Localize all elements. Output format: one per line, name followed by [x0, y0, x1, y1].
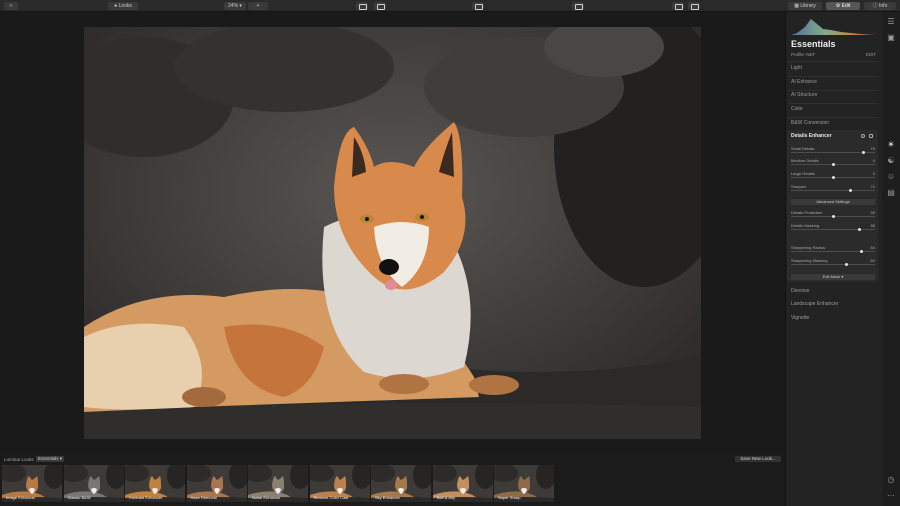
- look-thumbnail[interactable]: Sky Enhancer: [371, 465, 431, 502]
- details-enhancer-title[interactable]: Details Enhancer: [791, 133, 832, 139]
- back-button[interactable]: ‹›: [4, 2, 18, 10]
- face-icon[interactable]: ☺: [886, 172, 896, 182]
- reset-icon[interactable]: [861, 134, 865, 138]
- tab-library[interactable]: ▦ Library: [788, 2, 822, 10]
- slider-label: Sharpening Masking: [791, 258, 828, 263]
- layers-icon[interactable]: ☰: [886, 17, 896, 27]
- slider-handle[interactable]: [844, 263, 848, 266]
- section-light[interactable]: Light: [791, 65, 802, 71]
- histogram: [791, 19, 875, 35]
- tab-luminar-looks[interactable]: Luminar Looks: [4, 456, 34, 463]
- compare-icon[interactable]: [374, 2, 386, 10]
- crop-icon[interactable]: [472, 2, 484, 10]
- section-b-w-conversion[interactable]: B&W Conversion: [791, 120, 829, 126]
- section-ai-structure[interactable]: AI Structure: [791, 92, 817, 98]
- slider-handle[interactable]: [831, 176, 835, 179]
- single-view-icon[interactable]: [672, 2, 684, 10]
- section-vignette[interactable]: Vignette: [791, 315, 809, 321]
- chevron-down-icon: ▾: [238, 3, 242, 9]
- look-thumbnail[interactable]: Super Sharp: [494, 465, 554, 502]
- looks-button[interactable]: ● Looks: [108, 2, 138, 10]
- look-thumbnail-label: Image Enhancer: [6, 495, 36, 500]
- slider-label: Details Masking: [791, 223, 820, 228]
- slider-handle[interactable]: [861, 151, 865, 154]
- slider-label: Sharpen: [791, 184, 807, 189]
- look-thumbnail-label: Soft & Airy: [436, 495, 456, 500]
- zoom-dropdown[interactable]: 24% ▾: [224, 2, 246, 10]
- slider-value[interactable]: 0: [860, 158, 875, 163]
- slider-track[interactable]: [791, 190, 875, 191]
- split-view-icon[interactable]: [688, 2, 700, 10]
- top-toolbar: ‹› ● Looks 24% ▾ + ▦ Library ⚙ Edit ⓘ In…: [0, 0, 900, 12]
- section-color[interactable]: Color: [791, 106, 803, 112]
- save-new-look-button[interactable]: Save New Look...: [735, 456, 781, 462]
- advanced-settings-button[interactable]: Advanced Settings: [791, 199, 875, 205]
- look-thumbnail-label: Noise Enhancer: [252, 495, 281, 500]
- look-thumbnail[interactable]: Contrast Enhancer: [125, 465, 185, 502]
- look-thumbnail[interactable]: Soft & Airy: [432, 465, 493, 502]
- fox-photo: [84, 27, 701, 439]
- slider-value[interactable]: 60: [860, 258, 875, 263]
- tool-icon-bar: [882, 12, 900, 506]
- look-thumbnail-label: Classic B&W: [67, 495, 91, 500]
- slider-handle[interactable]: [831, 215, 835, 218]
- look-thumbnail[interactable]: Image Enhancer: [2, 465, 62, 502]
- look-thumbnail-label: Contrast Enhancer: [129, 495, 163, 500]
- clock-icon[interactable]: ◷: [886, 475, 896, 485]
- look-thumbnail-label: Super Sharp: [498, 495, 521, 500]
- slider-value[interactable]: 85: [860, 223, 875, 228]
- edited-photo[interactable]: [84, 27, 701, 439]
- look-thumbnail[interactable]: Classic B&W: [63, 465, 124, 502]
- eye-icon[interactable]: [356, 2, 368, 10]
- section-denoise[interactable]: Denoise: [791, 288, 809, 294]
- zoom-in-button[interactable]: +: [248, 2, 268, 10]
- sun-icon[interactable]: ☀: [886, 140, 896, 150]
- slider-track[interactable]: [791, 229, 875, 230]
- slider-handle[interactable]: [831, 163, 835, 166]
- slider-label: Details Protection: [791, 210, 823, 215]
- section-ai-enhance[interactable]: AI Enhance: [791, 79, 817, 85]
- ellipsis-icon[interactable]: ⋯: [886, 491, 896, 501]
- look-thumbnail[interactable]: Noise Enhancer: [248, 465, 308, 502]
- slider-label: Medium Details: [791, 158, 819, 163]
- edit-mask-button[interactable]: Edit Mask ▾: [791, 274, 875, 280]
- palette-icon[interactable]: ☯: [886, 156, 896, 166]
- canvas-icon[interactable]: ▣: [886, 33, 896, 43]
- look-thumbnail-label: Sky Enhancer: [375, 495, 400, 500]
- profile-row: Profile: NEF EDIT: [791, 52, 876, 57]
- share-icon[interactable]: [572, 2, 584, 10]
- slider-label: Large Details: [791, 171, 815, 176]
- slider-label: Small Details: [791, 146, 815, 151]
- tab-edit[interactable]: ⚙ Edit: [826, 2, 860, 10]
- pro-icon[interactable]: ▤: [886, 188, 896, 198]
- look-thumbnail-label: Remove Color Cast: [313, 495, 349, 500]
- slider-value[interactable]: 0: [860, 171, 875, 176]
- look-thumbnail-label: Haze Removal: [190, 495, 217, 500]
- slider-label: Sharpening Radius: [791, 245, 826, 250]
- slider-value[interactable]: 71: [860, 184, 875, 189]
- look-thumbnail[interactable]: Haze Removal: [186, 465, 247, 502]
- slider-value[interactable]: 50: [860, 210, 875, 215]
- looks-category-dropdown[interactable]: Essentials ▾: [36, 456, 64, 462]
- toggle-icon[interactable]: [869, 134, 873, 138]
- slider-handle[interactable]: [857, 228, 861, 231]
- look-thumbnail[interactable]: Remove Color Cast: [309, 465, 370, 502]
- tab-info[interactable]: ⓘ Info: [864, 2, 896, 10]
- panel-title: Essentials: [791, 39, 836, 49]
- slider-track[interactable]: [791, 264, 875, 265]
- section-landscape-enhancer[interactable]: Landscape Enhancer: [791, 301, 838, 307]
- profile-edit-button[interactable]: EDIT: [866, 52, 876, 57]
